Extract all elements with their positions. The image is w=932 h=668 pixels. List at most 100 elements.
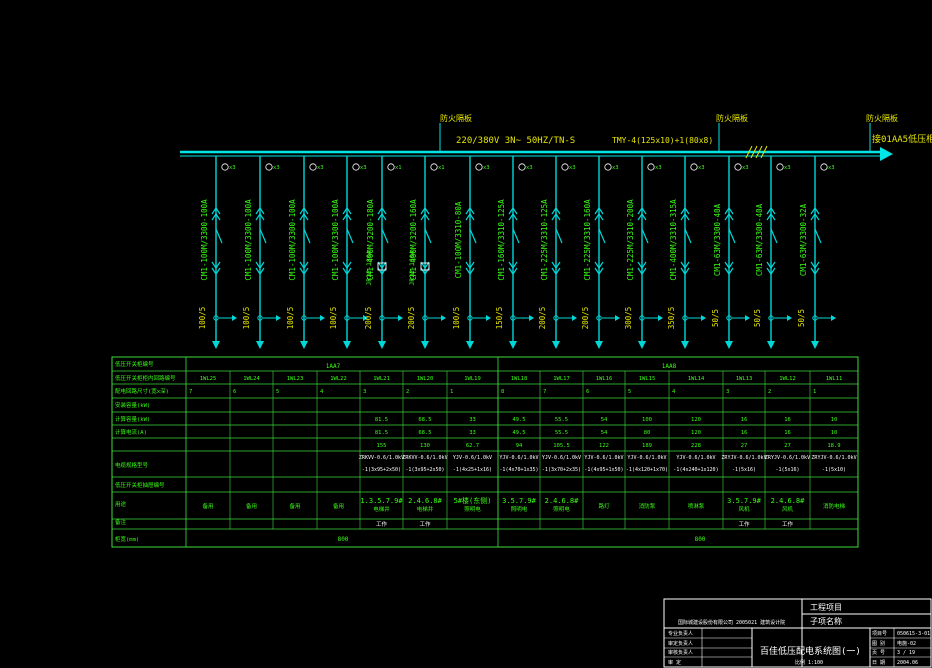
sub-item-label: 子项名称 <box>810 616 842 626</box>
installed-kw: 10 <box>831 417 838 423</box>
cabinet-label-b: 1AA8 <box>662 363 677 370</box>
cable-type: YJV-0.6/1.0kV <box>676 455 715 461</box>
calc-kw: 68.5 <box>418 430 431 436</box>
circuit-no: 1WL12 <box>779 376 796 382</box>
drawer-size: 6 <box>233 389 236 395</box>
bus-voltage-spec: 220/380V 3N~ 50HZ/TN-S <box>456 136 575 146</box>
usage: 消防电梯 <box>823 502 846 510</box>
installed-kw: 55.5 <box>555 417 568 423</box>
row-label: 低压开关柜编号 <box>115 360 154 368</box>
continuation-label: 接01AA5低压柜 <box>872 133 932 145</box>
remark: 工作 <box>738 520 750 528</box>
cable-type: ZRYJV-0.6/1.0kV <box>765 455 810 461</box>
usage: 电梯井 <box>373 505 390 513</box>
row-label: 配电回路尺寸(宽x深) <box>115 387 169 395</box>
ct-ratio: 200/5 <box>407 307 416 330</box>
ct-ratio: 100/5 <box>198 307 207 330</box>
calc-current: 27 <box>741 443 748 449</box>
drawer-size: 7 <box>189 389 192 395</box>
cable-size: -1(4x120+1x70) <box>626 467 668 473</box>
cable-type: ZRYJV-0.6/1.0kV <box>811 455 856 461</box>
ct-ratio: 200/5 <box>538 307 547 330</box>
usage: 5#楼(东侧) <box>454 496 492 505</box>
breaker-rating: CM1-400M/3310-315A <box>669 199 678 281</box>
feeder-tag: x3 <box>828 165 835 171</box>
circuit-no: 1WL21 <box>373 376 390 382</box>
calc-kw: 16 <box>784 430 791 436</box>
cable-type: ZRYJV-0.6/1.0kV <box>721 455 766 461</box>
feeder-tag: x3 <box>569 165 576 171</box>
installed-kw: 49.5 <box>512 417 525 423</box>
role-4: 审 定 <box>668 659 681 666</box>
row-label: 低压开关柜抽屉编号 <box>115 481 165 489</box>
feeder-tag: x1 <box>438 165 445 171</box>
circuit-no: 1WL25 <box>200 376 217 382</box>
usage: 备用 <box>289 502 300 510</box>
calc-kw: 33 <box>469 430 476 436</box>
breaker-rating: CM1-225M/3310-160A <box>583 199 592 281</box>
usage: 2.4.6.8# <box>771 497 806 505</box>
usage: 消防泵 <box>639 502 656 510</box>
meta-value-4: 2004.06 <box>897 660 918 666</box>
meta-label-4: 日 期 <box>872 660 885 666</box>
calc-kw: 81.5 <box>375 430 388 436</box>
cable-type: YJV-0.6/1.0kV <box>453 455 492 461</box>
circuit-no: 1WL18 <box>511 376 528 382</box>
installed-kw: 16 <box>784 417 791 423</box>
usage: 备用 <box>333 502 344 510</box>
installed-kw: 68.5 <box>418 417 431 423</box>
feeder-tag: x3 <box>317 165 324 171</box>
feeder-tag: x3 <box>742 165 749 171</box>
feeder-tag: x3 <box>655 165 662 171</box>
relay-rating: JR22-160A <box>408 250 416 285</box>
feeder-tag: x3 <box>612 165 619 171</box>
row-label: 计算电流(A) <box>115 428 147 436</box>
breaker-rating: CM1-63M/3300-40A <box>755 203 764 276</box>
usage: 备用 <box>246 502 257 510</box>
usage: 2.4.6.8# <box>545 497 580 505</box>
circuit-no: 1WL22 <box>330 376 347 382</box>
drawer-size: 5 <box>276 389 279 395</box>
fire-partition-label-3: 防火隔板 <box>866 113 898 123</box>
installed-kw: 81.5 <box>375 417 388 423</box>
breaker-rating: CM1-225M/3310-200A <box>626 199 635 281</box>
ct-ratio: 350/5 <box>667 307 676 330</box>
relay-rating: JR22-180A <box>365 250 373 285</box>
cable-size: -1(4x70+1x35) <box>499 467 538 473</box>
meta-value-3: 3 / 19 <box>897 650 915 656</box>
calc-kw: 54 <box>601 430 608 436</box>
row-label: 安装容量(kW) <box>115 401 150 409</box>
breaker-rating: CM1-160M/3310-125A <box>497 199 506 281</box>
breaker-rating: CM1-100M/3300-100A <box>244 199 253 281</box>
cabinet-width-b: 800 <box>695 536 706 543</box>
usage: 2.4.6.8# <box>408 497 443 505</box>
remark: 工作 <box>376 520 388 528</box>
usage: 路灯 <box>598 502 610 510</box>
circuit-no: 1WL16 <box>596 376 613 382</box>
meta-value-2: 电施-02 <box>897 640 916 647</box>
cable-type: YJV-0.6/1.0kV <box>499 455 538 461</box>
drawer-size: 3 <box>726 389 729 395</box>
installed-kw: 120 <box>691 417 701 423</box>
circuit-no: 1WL15 <box>639 376 656 382</box>
calc-kw: 16 <box>741 430 748 436</box>
feeder-tag: x3 <box>698 165 705 171</box>
installed-kw: 100 <box>642 417 652 423</box>
usage: 备用 <box>202 502 213 510</box>
installed-kw: 16 <box>741 417 748 423</box>
calc-current: 62.7 <box>466 443 479 449</box>
calc-current: 18.9 <box>827 443 840 449</box>
ct-ratio: 50/5 <box>711 309 720 327</box>
ct-ratio: 50/5 <box>797 309 806 327</box>
calc-kw: 49.5 <box>512 430 525 436</box>
circuit-no: 1WL13 <box>736 376 753 382</box>
role-2: 审定负责人 <box>668 640 693 647</box>
calc-current: 155 <box>377 443 387 449</box>
cable-size: -1(5x10) <box>822 467 846 473</box>
usage: 照明电 <box>464 505 481 513</box>
usage: 风机 <box>782 505 794 513</box>
ct-ratio: 200/5 <box>364 307 373 330</box>
electrical-single-line-diagram: 防火隔板 防火隔板 防火隔板 220/380V 3N~ 50HZ/TN-S TM… <box>0 0 932 668</box>
usage: 喷淋泵 <box>688 502 705 510</box>
row-label: 低压开关柜柜内回路编号 <box>115 374 176 382</box>
